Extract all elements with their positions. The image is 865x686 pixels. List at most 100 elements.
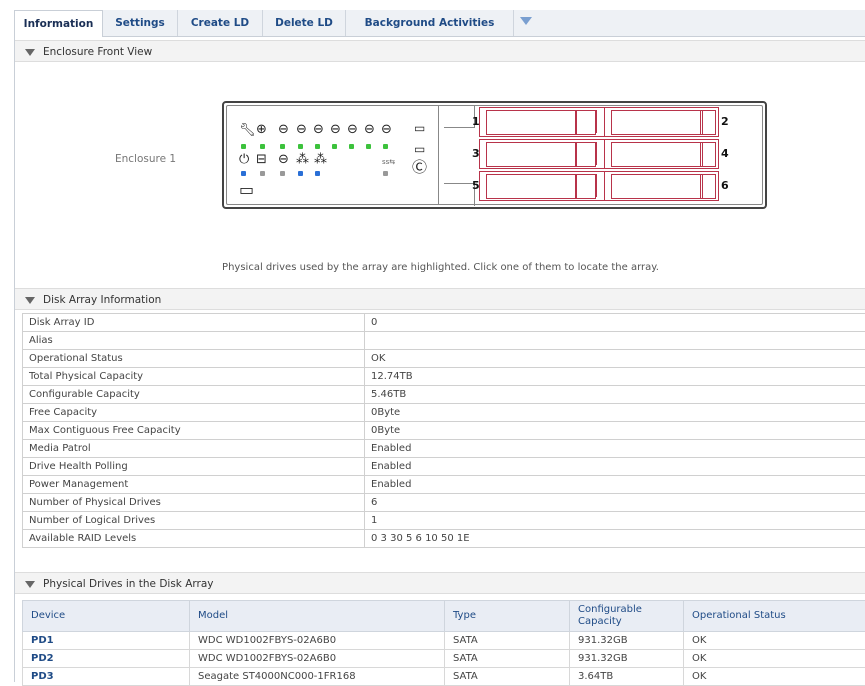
tab-background-activities[interactable]: Background Activities <box>346 10 514 36</box>
property-name: Configurable Capacity <box>23 386 365 404</box>
drive-capacity: 3.64TB <box>570 668 684 686</box>
disk-icon: ⊖ <box>347 123 358 136</box>
drives-section-header[interactable]: Physical Drives in the Disk Array <box>15 572 865 594</box>
status-led <box>241 144 246 149</box>
bay-number-6: 6 <box>721 179 729 192</box>
drive-model: Seagate ST4000NC000-1FR168 <box>190 668 445 686</box>
property-name: Media Patrol <box>23 440 365 458</box>
enclosure-section-header[interactable]: Enclosure Front View <box>15 40 865 62</box>
property-value: OK <box>365 350 865 368</box>
enclosure-front-view: 🔧︎ ⊕ ⊖ ⊖ ⊖ ⊖ ⊖ ⊖ ⊖ ▭ ⏻ ⊟ ⊖ ⁂ ⁂ ss⇆ ▭ Ⓒ ▭ <box>222 101 767 209</box>
usb-port-icon: ▭ <box>414 122 425 135</box>
controller-icon: ⊟ <box>256 153 267 166</box>
table-row: Number of Logical Drives1 <box>23 512 865 530</box>
table-row: Drive Health PollingEnabled <box>23 458 865 476</box>
property-value: Enabled <box>365 440 865 458</box>
collapse-triangle-icon[interactable] <box>25 581 35 588</box>
fan-icon: ⊕ <box>256 123 267 136</box>
property-value <box>365 332 865 350</box>
status-led <box>241 171 246 176</box>
status-led <box>315 171 320 176</box>
drive-bay-2[interactable] <box>604 107 719 137</box>
status-led <box>349 144 354 149</box>
tray-slot-icon: ▭ <box>239 183 254 196</box>
property-value: 5.46TB <box>365 386 865 404</box>
property-value: 0 <box>365 314 865 332</box>
table-row: PD1WDC WD1002FBYS-02A6B0SATA931.32GBOK <box>23 632 865 650</box>
table-row: Configurable Capacity5.46TB <box>23 386 865 404</box>
array-section-title: Disk Array Information <box>43 294 161 306</box>
bay-number-2: 2 <box>721 115 729 128</box>
drive-status: OK <box>684 650 865 668</box>
tab-settings[interactable]: Settings <box>103 10 178 36</box>
usb-port-icon: ▭ <box>414 143 425 156</box>
reset-button-icon[interactable]: Ⓒ <box>412 161 427 174</box>
col-model[interactable]: Model <box>190 601 445 632</box>
property-name: Max Contiguous Free Capacity <box>23 422 365 440</box>
drive-device[interactable]: PD3 <box>23 668 190 686</box>
col-configurable-capacity[interactable]: Configurable Capacity <box>570 601 684 632</box>
property-value: 0 3 30 5 6 10 50 1E <box>365 530 865 548</box>
drive-model: WDC WD1002FBYS-02A6B0 <box>190 650 445 668</box>
bay-number-5: 5 <box>472 179 480 192</box>
drive-type: SATA <box>445 632 570 650</box>
property-name: Available RAID Levels <box>23 530 365 548</box>
bay-number-1: 1 <box>472 115 480 128</box>
drive-link[interactable]: PD1 <box>31 635 54 646</box>
more-tabs-dropdown-icon[interactable] <box>516 13 536 31</box>
status-led <box>366 144 371 149</box>
array-section-header[interactable]: Disk Array Information <box>15 288 865 310</box>
property-name: Alias <box>23 332 365 350</box>
property-name: Total Physical Capacity <box>23 368 365 386</box>
col-operational-status[interactable]: Operational Status <box>684 601 865 632</box>
table-row: Number of Physical Drives6 <box>23 494 865 512</box>
disk-icon: ⊖ <box>278 153 289 166</box>
property-value: 1 <box>365 512 865 530</box>
table-row: Power ManagementEnabled <box>23 476 865 494</box>
property-value: Enabled <box>365 476 865 494</box>
disk-icon: ⊖ <box>364 123 375 136</box>
property-name: Number of Logical Drives <box>23 512 365 530</box>
drive-link[interactable]: PD2 <box>31 653 54 664</box>
table-row: Available RAID Levels0 3 30 5 6 10 50 1E <box>23 530 865 548</box>
enclosure-section-title: Enclosure Front View <box>43 46 152 58</box>
tab-create-ld[interactable]: Create LD <box>178 10 263 36</box>
power-icon: ⏻ <box>239 153 249 166</box>
collapse-triangle-icon[interactable] <box>25 49 35 56</box>
status-led <box>315 144 320 149</box>
table-row: PD3 Seagate ST4000NC000-1FR168SATA3.64TBO… <box>23 668 865 686</box>
disk-icon: ⊖ <box>381 123 392 136</box>
col-device[interactable]: Device <box>23 601 190 632</box>
col-type[interactable]: Type <box>445 601 570 632</box>
disk-icon: ⊖ <box>296 123 307 136</box>
drive-status: OK <box>684 632 865 650</box>
drive-bay-6[interactable] <box>604 171 719 201</box>
collapse-triangle-icon[interactable] <box>25 297 35 304</box>
tab-delete-ld[interactable]: Delete LD <box>263 10 346 36</box>
property-name: Disk Array ID <box>23 314 365 332</box>
array-info-table: Disk Array ID0AliasOperational StatusOKT… <box>22 313 865 548</box>
drive-model: WDC WD1002FBYS-02A6B0 <box>190 632 445 650</box>
tab-information[interactable]: Information <box>14 10 103 37</box>
network-icon: ⁂ <box>314 153 327 166</box>
drive-status: OK <box>684 668 865 686</box>
bay-number-4: 4 <box>721 147 729 160</box>
physical-drives-table: Device Model Type Configurable Capacity … <box>22 600 865 686</box>
drive-device[interactable]: PD2 <box>23 650 190 668</box>
property-value: 0Byte <box>365 422 865 440</box>
drive-type: SATA <box>445 668 570 686</box>
enclosure-note: Physical drives used by the array are hi… <box>15 262 865 273</box>
status-led <box>260 171 265 176</box>
drive-device[interactable]: PD1 <box>23 632 190 650</box>
bay-number-3: 3 <box>472 147 480 160</box>
status-led <box>298 144 303 149</box>
drive-link[interactable]: PD3 <box>31 671 54 682</box>
drive-bay-4[interactable] <box>604 139 719 169</box>
usb-label-icon: ss⇆ <box>382 156 395 169</box>
table-row: Operational StatusOK <box>23 350 865 368</box>
tab-bar: Information Settings Create LD Delete LD… <box>14 10 865 37</box>
property-name: Free Capacity <box>23 404 365 422</box>
property-value: 0Byte <box>365 404 865 422</box>
enclosure-label: Enclosure 1 <box>115 153 176 165</box>
disk-icon: ⊖ <box>313 123 324 136</box>
